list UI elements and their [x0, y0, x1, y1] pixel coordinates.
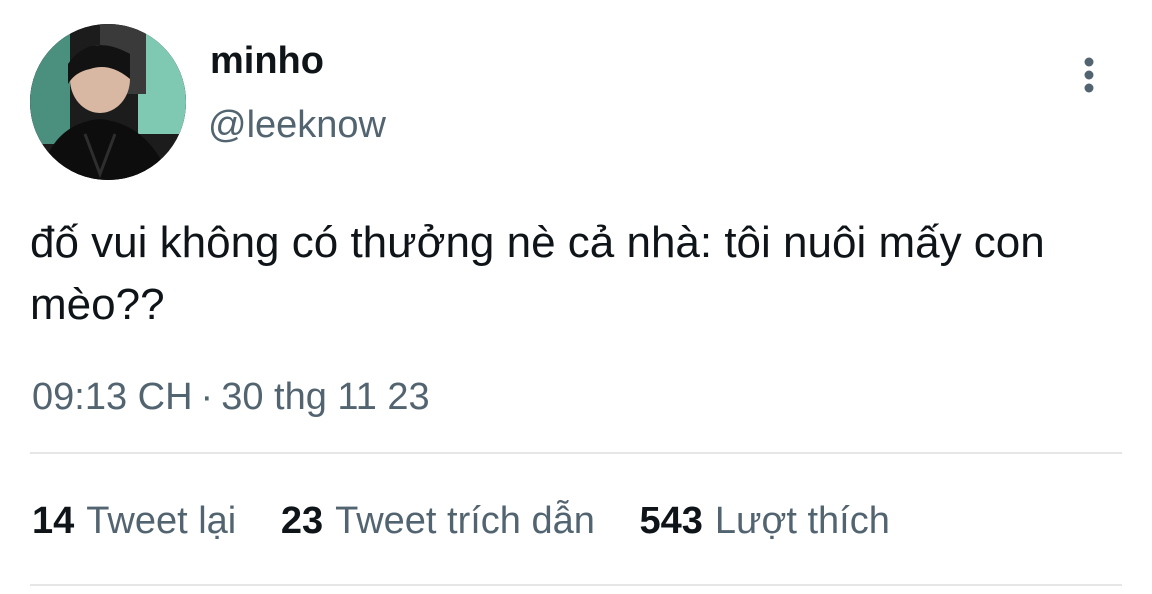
- more-options-button[interactable]: [1068, 54, 1110, 96]
- avatar[interactable]: [30, 24, 186, 180]
- likes-count: 543: [639, 500, 703, 542]
- tweet-date: 30 thg 11 23: [221, 376, 430, 418]
- quotes-stat[interactable]: 23 Tweet trích dẫn: [281, 498, 595, 544]
- divider: [30, 452, 1122, 454]
- divider: [30, 584, 1122, 586]
- author-display-name[interactable]: minho: [210, 38, 324, 84]
- tweet-time: 09:13 CH: [32, 376, 193, 418]
- author-handle[interactable]: @leeknow: [208, 102, 386, 148]
- likes-label: Lượt thích: [714, 500, 890, 542]
- tweet-stats: 14 Tweet lại 23 Tweet trích dẫn 543 Lượt th…: [32, 498, 924, 544]
- quotes-count: 23: [280, 500, 324, 542]
- timestamp-separator: ·: [200, 376, 214, 418]
- retweets-label: Tweet lại: [86, 500, 237, 542]
- avatar-image: [30, 24, 186, 180]
- tweet-timestamp[interactable]: 09:13 CH · 30 thg 11 23: [32, 374, 430, 420]
- quotes-label: Tweet trích dẫn: [335, 500, 595, 542]
- retweets-stat[interactable]: 14 Tweet lại: [32, 498, 236, 544]
- retweets-count: 14: [32, 500, 75, 542]
- tweet-text: đố vui không có thưởng nè cả nhà: tôi nu…: [30, 218, 1045, 329]
- more-vertical-icon: [1084, 57, 1094, 93]
- likes-stat[interactable]: 543 Lượt thích: [639, 498, 889, 544]
